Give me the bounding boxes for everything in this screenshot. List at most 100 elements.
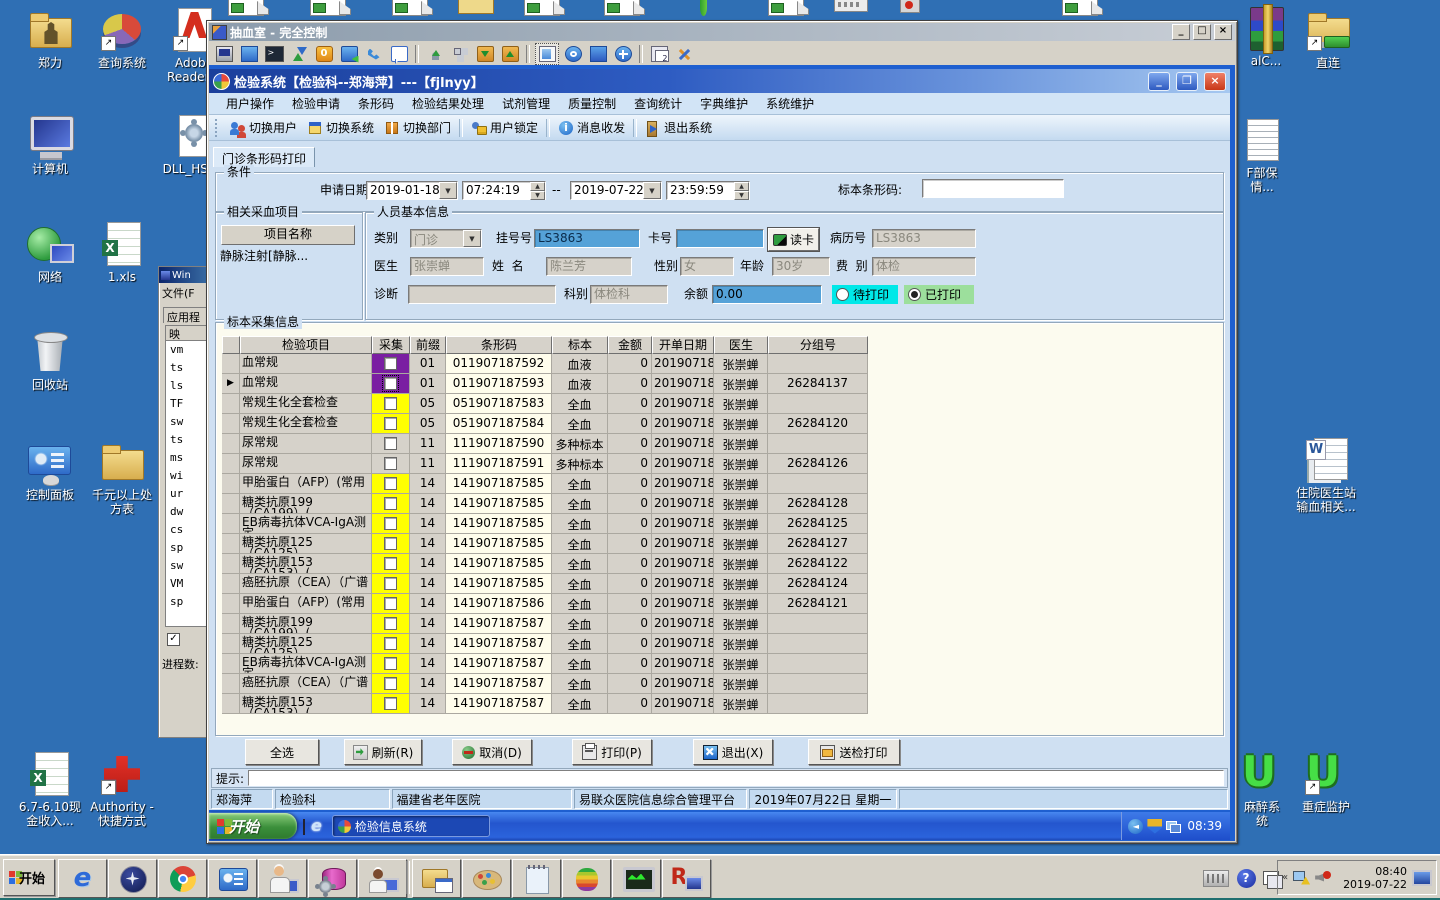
table-row[interactable]: 糖类抗原153（CA153）(14 141907187585 全血 0 20190718…: [222, 554, 868, 574]
desktop-icon-folder-link[interactable]: ↗ 直连: [1290, 6, 1366, 70]
task-manager-tab[interactable]: 应用程: [163, 307, 207, 324]
cell-collect[interactable]: [372, 374, 410, 394]
collapse-circle-icon[interactable]: ◄: [1128, 818, 1144, 834]
collect-checkbox[interactable]: [384, 577, 397, 590]
table-row[interactable]: 糖类抗原125（CA125） 14 141907187585 全血 0 20190718 张…: [222, 534, 868, 554]
help-icon-button[interactable]: ?: [1233, 863, 1259, 893]
table-row[interactable]: 甲胎蛋白（AFP）(常用 14 141907187586 全血 0 20190718 张崇蝉…: [222, 594, 868, 614]
taskbar-app-database-icon[interactable]: [308, 859, 357, 898]
process-row[interactable]: cs: [166, 521, 209, 539]
time-to-value[interactable]: 23:59:59: [667, 182, 734, 199]
action-退出-button[interactable]: 退出(X): [693, 739, 773, 765]
reg-no-input[interactable]: LS3863: [534, 229, 640, 248]
process-row[interactable]: vm: [166, 341, 209, 359]
process-row[interactable]: sp: [166, 539, 209, 557]
taskbar-app-notepad-icon[interactable]: [512, 859, 561, 898]
column-header-医生[interactable]: 医生: [714, 336, 768, 354]
read-card-button[interactable]: 读卡: [768, 228, 820, 251]
date-to-value[interactable]: 2019-07-22: [571, 182, 643, 199]
menu-item-4[interactable]: 试剂管理: [493, 93, 559, 114]
cell-collect[interactable]: [372, 694, 410, 714]
process-row[interactable]: ls: [166, 377, 209, 395]
column-header-检验项目[interactable]: 检验项目: [240, 336, 372, 354]
clipboard-upload-icon[interactable]: [499, 44, 521, 64]
date-from-picker[interactable]: 2019-01-18 ▼: [366, 181, 458, 200]
app-restore-button[interactable]: ❐: [1176, 71, 1198, 91]
table-row[interactable]: 糖类抗原199（CA199）(14 141907187585 全血 0 20190718…: [222, 494, 868, 514]
toolbar-switch-dept[interactable]: 切换部门: [379, 117, 456, 138]
process-list-header[interactable]: 映: [166, 326, 209, 341]
collect-checkbox[interactable]: [384, 477, 397, 490]
table-row[interactable]: 尿常规 11 111907187590 多种标本 0 20190718 张崇蝉: [222, 434, 868, 454]
taskbar-app-nurse-icon[interactable]: [358, 859, 407, 898]
collect-checkbox[interactable]: [384, 417, 397, 430]
menu-item-1[interactable]: 检验申请: [283, 93, 349, 114]
remote-window-titlebar[interactable]: 抽血室 - 完全控制 _ □ ×: [209, 23, 1235, 41]
table-row[interactable]: 糖类抗原153（CA153）(14 141907187587 全血 0 20190718…: [222, 694, 868, 714]
action-全选-button[interactable]: 全选: [245, 739, 319, 765]
menu-item-3[interactable]: 检验结果处理: [403, 93, 493, 114]
taskbar-app-chrome-icon[interactable]: [158, 859, 207, 898]
taskbar-app-bluepanel-icon[interactable]: [208, 859, 257, 898]
radio-icon[interactable]: [836, 288, 849, 301]
table-row[interactable]: 常规生化全套检查 05 051907187584 全血 0 20190718 张崇蝉 2628…: [222, 414, 868, 434]
date-from-value[interactable]: 2019-01-18: [367, 182, 439, 199]
clipboard-download-icon[interactable]: [474, 44, 496, 64]
desktop-icon-pie-chart[interactable]: ↗ 查询系统: [84, 6, 160, 70]
taskbar-app-remote-icon[interactable]: R: [662, 859, 711, 898]
menu-item-7[interactable]: 字典维护: [691, 93, 757, 114]
cell-collect[interactable]: [372, 594, 410, 614]
menu-item-8[interactable]: 系统维护: [757, 93, 823, 114]
table-row[interactable]: 血常规 01 011907187592 血液 0 20190718 张崇蝉: [222, 354, 868, 374]
action-送检打印-button[interactable]: 送检打印: [808, 739, 900, 765]
collect-checkbox[interactable]: [384, 677, 397, 690]
task-manager-process-list[interactable]: 映 vm ts ls TF sw ts ms wi ur dw cs sp sw VM sp: [165, 325, 209, 627]
host-start-button[interactable]: 开始: [3, 859, 55, 896]
action-打印-button[interactable]: 打印(P): [572, 739, 652, 765]
time-from-value[interactable]: 07:24:19: [463, 182, 530, 199]
desktop-icon-control-panel[interactable]: 控制面板: [12, 438, 88, 502]
collect-checkbox[interactable]: [384, 617, 397, 630]
column-header-标本[interactable]: 标本: [552, 336, 608, 354]
process-row[interactable]: ts: [166, 431, 209, 449]
taskbar-app-compass-icon[interactable]: [108, 859, 157, 898]
process-row[interactable]: sw: [166, 413, 209, 431]
column-header-分组号[interactable]: 分组号: [768, 336, 868, 354]
pending-print-radio[interactable]: 待打印: [832, 285, 898, 304]
process-row[interactable]: sw: [166, 557, 209, 575]
taskbar-app-apple-icon[interactable]: [562, 859, 611, 898]
collect-checkbox[interactable]: [384, 517, 397, 530]
dropdown-arrow-icon[interactable]: ▼: [439, 182, 457, 199]
cell-collect[interactable]: [372, 614, 410, 634]
grid-corner[interactable]: [222, 336, 240, 354]
printed-radio[interactable]: 已打印: [904, 285, 974, 304]
desktop-icon-recycle-bin[interactable]: 回收站: [12, 328, 88, 392]
radio-icon[interactable]: [908, 288, 921, 301]
task-manager-titlebar[interactable]: Win: [159, 267, 209, 283]
collect-checkbox[interactable]: [384, 557, 397, 570]
collect-checkbox[interactable]: [384, 457, 397, 470]
column-header-开单日期[interactable]: 开单日期: [652, 336, 714, 354]
time-to-spinner[interactable]: 23:59:59 ▲ ▼: [666, 181, 750, 200]
taskbar-app-sysmon-icon[interactable]: [612, 859, 661, 898]
collect-checkbox[interactable]: [384, 397, 397, 410]
collect-checkbox[interactable]: [384, 657, 397, 670]
phone-icon[interactable]: [363, 44, 385, 64]
cell-collect[interactable]: [372, 554, 410, 574]
desktop-icon-excel[interactable]: X 1.xls: [84, 220, 160, 284]
network-computers-icon[interactable]: [1166, 819, 1182, 834]
chat-transfer-icon[interactable]: [338, 44, 360, 64]
cell-collect[interactable]: [372, 434, 410, 454]
menu-item-6[interactable]: 查询统计: [625, 93, 691, 114]
taskbar-app-palette-icon[interactable]: [462, 859, 511, 898]
related-item[interactable]: 静脉注射[静脉...: [220, 247, 358, 264]
cell-collect[interactable]: [372, 414, 410, 434]
muted-speaker-icon[interactable]: [1315, 870, 1332, 885]
action-刷新-button[interactable]: 刷新(R): [344, 739, 422, 765]
desktop-icon-folder-user[interactable]: 郑力: [12, 6, 88, 70]
table-row[interactable]: EB病毒抗体VCA-IgA测定 14 141907187587 全血 0 20190718…: [222, 654, 868, 674]
collect-checkbox[interactable]: [384, 597, 397, 610]
tab-outpatient-barcode-print[interactable]: 门诊条形码打印: [213, 147, 316, 167]
taskbar-button-lis[interactable]: 检验信息系统: [331, 815, 490, 837]
cell-collect[interactable]: [372, 354, 410, 374]
